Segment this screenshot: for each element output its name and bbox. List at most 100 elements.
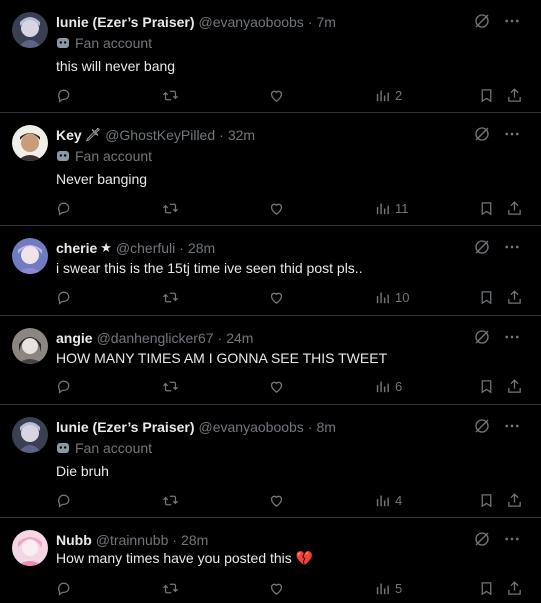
action-bar: 2 [56,85,523,105]
timestamp[interactable]: 24m [226,328,253,348]
reply-button[interactable] [56,198,73,218]
more-icon[interactable] [503,12,521,30]
avatar[interactable] [12,125,48,161]
retweet-button[interactable] [162,578,179,598]
bookmark-button[interactable] [478,198,495,218]
more-icon[interactable] [503,125,521,143]
share-button[interactable] [506,490,523,510]
more-icon[interactable] [503,328,521,346]
reply-button[interactable] [56,490,73,510]
tweet-text: this will never bang [56,56,175,76]
views-button[interactable]: 5 [374,578,402,598]
separator: · [217,330,223,346]
retweet-button[interactable] [162,287,179,307]
account-label: Fan account [75,35,153,51]
grok-icon[interactable] [473,328,491,346]
like-button[interactable] [268,578,285,598]
retweet-button[interactable] [162,490,179,510]
timestamp[interactable]: 28m [181,530,208,550]
avatar[interactable] [12,328,48,364]
reply-button[interactable] [56,85,73,105]
like-button[interactable] [268,376,285,396]
tweet[interactable]: cherie ★ @cherfuli · 28m i swear this is… [0,226,541,316]
more-icon[interactable] [503,238,521,256]
tweet-text-content: HOW MANY TIMES AM I GONNA SEE THIS TWEET [56,350,388,366]
action-bar: 4 [56,490,523,510]
retweet-button[interactable] [162,198,179,218]
reply-button[interactable] [56,287,73,307]
like-button[interactable] [268,198,285,218]
handle[interactable]: @cherfuli [116,238,175,258]
tweet[interactable]: Key 🗡 @GhostKeyPilled · 32m Fan account … [0,113,541,226]
views-count: 5 [395,580,403,596]
tweet-text-content: Die bruh [56,463,109,479]
grok-icon[interactable] [473,12,491,30]
grok-icon[interactable] [473,417,491,435]
bookmark-button[interactable] [478,376,495,396]
tweet-text-content: How many times have you posted this [56,550,292,566]
tweet-text-content: Never banging [56,171,148,187]
display-name[interactable]: lunie (Ezer’s Praiser) [56,12,195,32]
more-icon[interactable] [503,417,521,435]
display-name[interactable]: angie [56,328,93,348]
avatar[interactable] [12,417,48,453]
retweet-button[interactable] [162,376,179,396]
like-button[interactable] [268,85,285,105]
separator: · [172,532,178,548]
tweet[interactable]: lunie (Ezer’s Praiser) @evanyaoboobs · 7… [0,0,541,113]
bookmark-button[interactable] [478,287,495,307]
automated-label: Fan account [56,33,152,53]
handle[interactable]: @GhostKeyPilled [105,125,215,145]
views-button[interactable]: 2 [374,85,402,105]
grok-icon[interactable] [473,125,491,143]
share-button[interactable] [506,85,523,105]
display-name[interactable]: lunie (Ezer’s Praiser) [56,417,195,437]
timestamp[interactable]: 7m [316,12,335,32]
tweet-text-content: i swear this is the 15tj time ive seen t… [56,260,363,276]
display-name[interactable]: Nubb [56,530,92,550]
timestamp[interactable]: 8m [316,417,335,437]
more-icon[interactable] [503,530,521,548]
share-button[interactable] [506,578,523,598]
reply-button[interactable] [56,578,73,598]
handle[interactable]: @trainnubb [96,530,169,550]
tweet[interactable]: lunie (Ezer’s Praiser) @evanyaoboobs · 8… [0,405,541,518]
timestamp[interactable]: 32m [228,125,255,145]
handle[interactable]: @danhenglicker67 [97,328,214,348]
share-button[interactable] [506,376,523,396]
action-bar: 5 [56,578,523,598]
avatar[interactable] [12,238,48,274]
views-button[interactable]: 11 [374,198,409,218]
bookmark-button[interactable] [478,578,495,598]
tweet-text: How many times have you posted this 💔 [56,548,313,568]
display-name[interactable]: cherie [56,238,97,258]
views-button[interactable]: 10 [374,287,409,307]
mask-icon [56,36,70,50]
bookmark-button[interactable] [478,85,495,105]
retweet-button[interactable] [162,85,179,105]
avatar[interactable] [12,12,48,48]
tweet[interactable]: Nubb @trainnubb · 28m How many times hav… [0,518,541,603]
share-button[interactable] [506,287,523,307]
bookmark-button[interactable] [478,490,495,510]
grok-icon[interactable] [473,238,491,256]
tweet[interactable]: angie @danhenglicker67 · 24m HOW MANY TI… [0,316,541,405]
like-button[interactable] [268,287,285,307]
views-count: 11 [395,200,409,216]
views-button[interactable]: 4 [374,490,402,510]
timestamp[interactable]: 28m [188,238,215,258]
views-button[interactable]: 6 [374,376,402,396]
action-bar: 10 [56,287,523,307]
like-button[interactable] [268,490,285,510]
avatar[interactable] [12,530,48,566]
reply-button[interactable] [56,376,73,396]
grok-icon[interactable] [473,530,491,548]
handle[interactable]: @evanyaoboobs [199,12,304,32]
handle[interactable]: @evanyaoboobs [199,417,304,437]
separator: · [179,240,184,256]
separator: · [219,127,224,143]
share-button[interactable] [506,198,523,218]
mask-icon [56,149,70,163]
tweet-text: HOW MANY TIMES AM I GONNA SEE THIS TWEET [56,348,387,368]
display-name[interactable]: Key [56,125,82,145]
